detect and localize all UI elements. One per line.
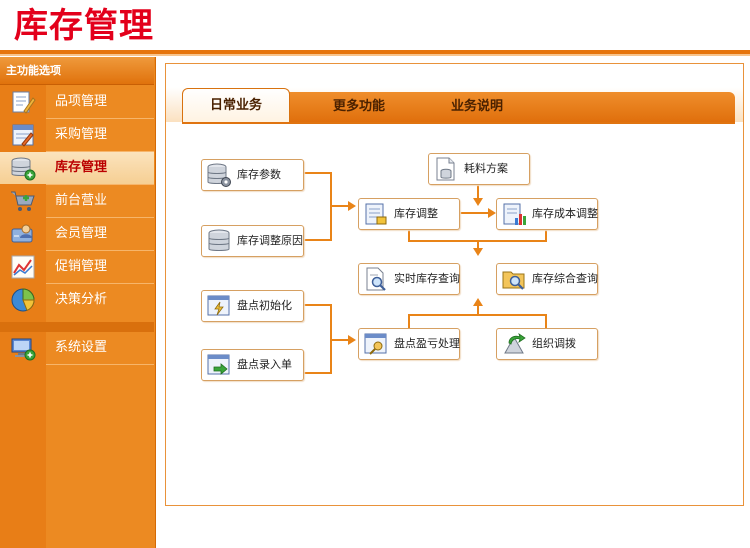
node-label: 盘点初始化 bbox=[237, 299, 292, 312]
node-stock-adjust-reason[interactable]: 库存调整原因 bbox=[201, 225, 304, 257]
sidebar-item-inventory[interactable]: 库存管理 bbox=[0, 152, 154, 184]
ledger-edit-icon bbox=[365, 203, 387, 225]
sidebar-item-label: 系统设置 bbox=[55, 340, 108, 355]
sidebar-item-label: 品项管理 bbox=[55, 94, 108, 109]
node-material-plan[interactable]: 耗料方案 bbox=[428, 153, 530, 185]
node-label: 库存调整原因 bbox=[237, 234, 303, 247]
window-search-icon bbox=[364, 333, 387, 355]
edit-form-icon bbox=[12, 124, 34, 147]
folder-search-icon bbox=[502, 271, 525, 290]
node-stock-cost-adjust[interactable]: 库存成本调整 bbox=[496, 198, 598, 230]
sidebar-item-label: 决策分析 bbox=[55, 292, 108, 307]
sidebar-item-frontdesk[interactable]: 前台营业 bbox=[0, 185, 154, 217]
node-label: 盘点盈亏处理 bbox=[394, 337, 460, 350]
node-inventory-init[interactable]: 盘点初始化 bbox=[201, 290, 304, 322]
tab-content-border bbox=[182, 122, 735, 124]
sidebar-item-product[interactable]: 品项管理 bbox=[0, 86, 154, 118]
transfer-arrow-icon bbox=[504, 333, 526, 354]
sidebar-item-label: 库存管理 bbox=[55, 160, 108, 175]
sidebar-item-purchase[interactable]: 采购管理 bbox=[0, 119, 154, 151]
sidebar-item-member[interactable]: 会员管理 bbox=[0, 218, 154, 250]
sidebar-item-label: 促销管理 bbox=[55, 259, 108, 274]
report-chart-icon bbox=[503, 203, 526, 225]
node-stock-adjust[interactable]: 库存调整 bbox=[358, 198, 460, 230]
sidebar-item-analysis[interactable]: 决策分析 bbox=[0, 284, 154, 316]
main-panel: 日常业务 更多功能 业务说明 库存参数 库存调整原因 耗料方案 库存调整 库存成… bbox=[165, 63, 744, 506]
sidebar-header: 主功能选项 bbox=[0, 57, 154, 85]
tab-more-functions[interactable]: 更多功能 bbox=[304, 92, 414, 122]
document-database-icon bbox=[436, 157, 455, 181]
node-label: 库存参数 bbox=[237, 168, 281, 181]
node-label: 库存成本调整 bbox=[532, 207, 598, 220]
shopping-cart-icon bbox=[11, 191, 35, 211]
sidebar-item-label: 采购管理 bbox=[55, 127, 108, 142]
page-title: 库存管理 bbox=[14, 6, 154, 46]
node-stock-transfer[interactable]: 组织调拨 bbox=[496, 328, 598, 360]
tab-strip: 日常业务 更多功能 业务说明 bbox=[182, 88, 735, 122]
pie-chart-icon bbox=[11, 288, 35, 312]
database-gear-icon bbox=[207, 163, 231, 187]
node-label: 盘点录入单 bbox=[237, 358, 292, 371]
database-icon bbox=[208, 229, 230, 251]
node-stock-params[interactable]: 库存参数 bbox=[201, 159, 304, 191]
document-pencil-icon bbox=[12, 91, 36, 114]
trend-chart-icon bbox=[11, 255, 35, 279]
sidebar-group-divider bbox=[0, 322, 154, 332]
sidebar-item-label: 前台营业 bbox=[55, 193, 108, 208]
node-label: 实时库存查询 bbox=[394, 272, 460, 285]
node-label: 组织调拨 bbox=[532, 337, 576, 350]
node-stock-summary-query[interactable]: 库存综合查询 bbox=[496, 263, 598, 295]
node-label: 库存调整 bbox=[394, 207, 438, 220]
member-card-icon bbox=[11, 224, 33, 243]
node-inventory-entry[interactable]: 盘点录入单 bbox=[201, 349, 304, 381]
tab-business-notes[interactable]: 业务说明 bbox=[422, 92, 532, 122]
node-label: 耗料方案 bbox=[464, 162, 508, 175]
document-search-icon bbox=[366, 267, 386, 291]
node-inventory-profit-loss[interactable]: 盘点盈亏处理 bbox=[358, 328, 460, 360]
node-label: 库存综合查询 bbox=[532, 272, 598, 285]
window-lightning-icon bbox=[207, 295, 230, 316]
window-arrow-icon bbox=[207, 354, 230, 375]
header-divider-light bbox=[0, 54, 750, 56]
sidebar: 主功能选项 品项管理 采购管理 库存管理 前台营业 会员管理 促销管理 决策分析… bbox=[0, 57, 156, 548]
computer-settings-icon bbox=[11, 338, 36, 361]
tab-daily-business[interactable]: 日常业务 bbox=[182, 88, 290, 122]
sidebar-item-settings[interactable]: 系统设置 bbox=[0, 332, 154, 364]
sidebar-item-label: 会员管理 bbox=[55, 226, 108, 241]
tab-bar: 日常业务 更多功能 业务说明 bbox=[166, 64, 743, 122]
node-realtime-stock-query[interactable]: 实时库存查询 bbox=[358, 263, 460, 295]
sidebar-item-promotion[interactable]: 促销管理 bbox=[0, 251, 154, 283]
database-add-icon bbox=[11, 157, 36, 181]
